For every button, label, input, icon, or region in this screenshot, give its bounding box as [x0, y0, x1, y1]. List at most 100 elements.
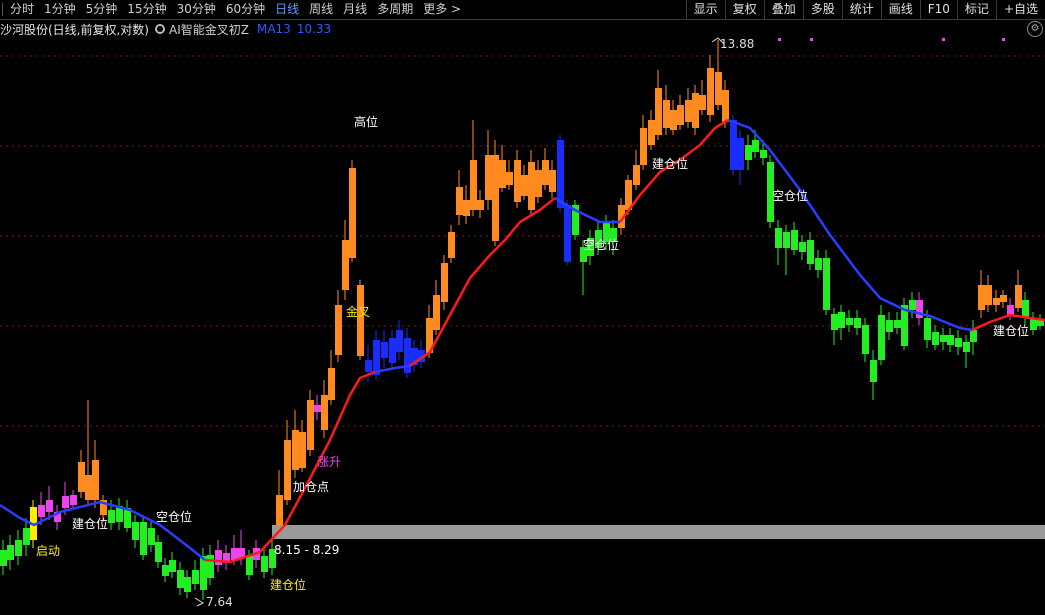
candle	[564, 205, 571, 262]
candle	[155, 542, 162, 562]
candle	[807, 240, 814, 264]
candle	[838, 312, 845, 328]
candle	[169, 560, 176, 572]
candle	[365, 360, 372, 372]
candle	[470, 160, 477, 210]
price-band	[272, 525, 1045, 539]
candle	[557, 140, 564, 208]
candle	[940, 335, 947, 342]
candle	[633, 165, 640, 185]
candle	[132, 522, 139, 540]
candle	[775, 228, 782, 248]
candle	[760, 150, 767, 158]
annotation-label: 加仓点	[293, 480, 329, 494]
signal-dot	[942, 38, 945, 41]
candle	[381, 342, 388, 358]
candle	[92, 460, 99, 500]
candle	[456, 187, 463, 215]
signal-dot	[1002, 38, 1005, 41]
candle	[648, 120, 655, 145]
annotation-label: 建仓位	[652, 156, 688, 171]
candle	[878, 315, 885, 360]
high-price-label: 13.88	[720, 37, 754, 51]
candle	[328, 368, 335, 400]
candle	[823, 258, 830, 310]
annotation-label: 建仓位	[72, 516, 108, 531]
candle	[955, 338, 962, 347]
candle	[783, 232, 790, 248]
candle	[730, 120, 737, 170]
candle	[985, 285, 992, 305]
candle	[870, 360, 877, 382]
candle	[909, 300, 916, 310]
candle	[463, 200, 470, 216]
candle	[7, 545, 14, 560]
candle	[276, 495, 283, 525]
candle	[284, 440, 291, 500]
candle	[846, 318, 853, 325]
candle	[1015, 285, 1022, 308]
annotation-label: 高位	[354, 114, 378, 129]
candle	[0, 550, 7, 566]
candle	[162, 565, 169, 576]
candle	[1007, 305, 1014, 315]
candle	[947, 335, 954, 345]
annotation-label: 建仓位	[993, 323, 1029, 338]
candle	[528, 162, 535, 210]
signal-dot	[810, 38, 813, 41]
candle	[663, 100, 670, 128]
candle	[38, 505, 45, 517]
candle	[745, 145, 752, 160]
candle	[1000, 295, 1007, 302]
candle	[485, 155, 492, 200]
candle	[699, 95, 706, 110]
candle	[477, 200, 484, 210]
annotation-label: 涨升	[317, 454, 341, 469]
candle	[514, 160, 521, 202]
candle	[78, 462, 85, 492]
annotation-label: 金叉	[346, 304, 370, 319]
candle	[993, 298, 1000, 305]
candle	[932, 332, 939, 345]
signal-dot	[778, 38, 781, 41]
candle	[886, 320, 893, 332]
low-arrow-icon	[194, 597, 205, 607]
candle	[321, 395, 328, 430]
candle	[692, 93, 699, 128]
candle	[299, 432, 306, 468]
annotation-label: 建仓位	[270, 577, 306, 592]
candle	[1022, 300, 1029, 318]
candle	[506, 172, 513, 185]
candle	[349, 168, 356, 258]
candle	[535, 170, 542, 197]
band-range-label: 8.15 - 8.29	[274, 543, 339, 557]
candle	[108, 510, 115, 523]
candle	[924, 318, 931, 340]
candle	[894, 320, 901, 328]
candle	[314, 405, 321, 412]
annotation-label: 空仓位	[156, 509, 192, 524]
candle	[307, 400, 314, 450]
candlestick-chart[interactable]: 启动建仓位 空仓位建仓位加仓点涨升金叉高位空仓位建仓位空仓位建仓位13.887.6…	[0, 0, 1045, 615]
candle	[791, 230, 798, 250]
candle	[396, 330, 403, 352]
annotation-label: 空仓位	[583, 237, 619, 252]
candle	[292, 430, 299, 470]
candle	[737, 138, 744, 170]
candle	[207, 555, 214, 578]
candle	[815, 258, 822, 270]
candle	[184, 577, 191, 592]
candle	[492, 155, 499, 241]
candle	[722, 90, 729, 122]
candle	[715, 72, 722, 105]
candle	[261, 556, 268, 572]
candle	[15, 540, 22, 556]
candle	[441, 263, 448, 302]
candle	[23, 528, 30, 545]
candle	[752, 140, 759, 152]
candle	[46, 500, 53, 512]
candle	[655, 88, 662, 135]
candle	[62, 496, 69, 508]
candle	[640, 128, 647, 165]
candle	[499, 160, 506, 188]
